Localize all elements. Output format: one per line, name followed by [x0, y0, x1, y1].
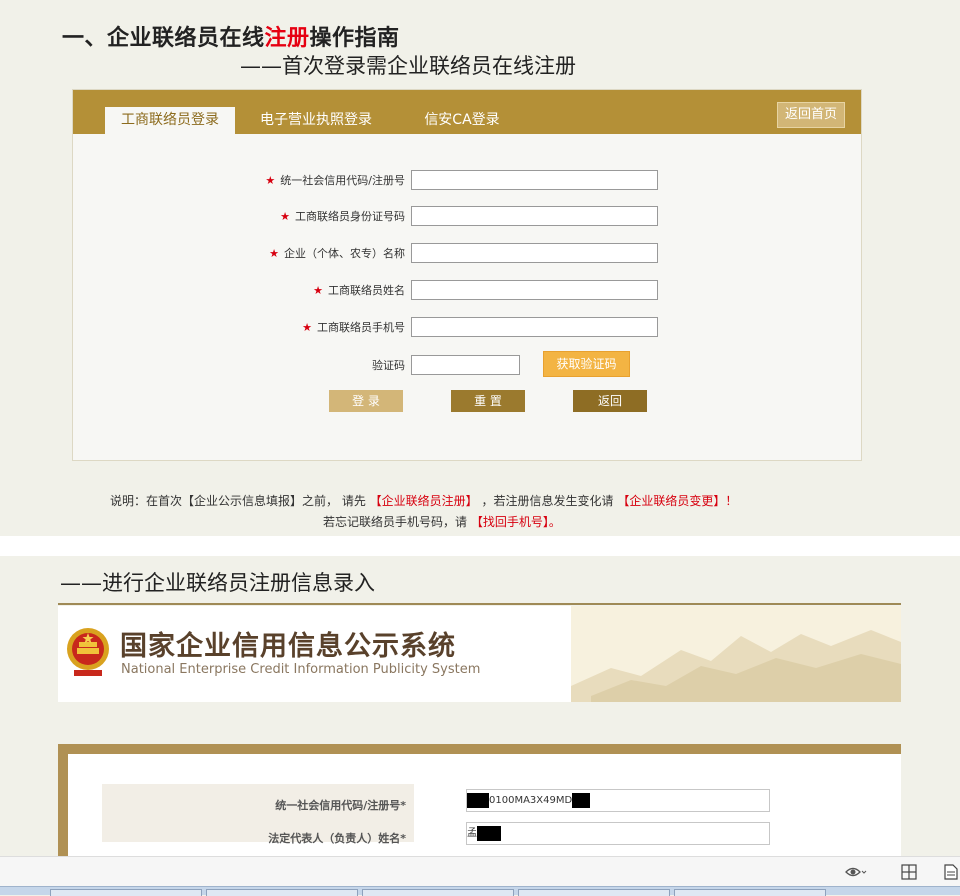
required-star-icon: ★	[313, 284, 323, 297]
field-row-contact-phone: ★ 工商联络员手机号	[73, 316, 405, 338]
login-panel-header: 工商联络员登录 电子营业执照登录 信安CA登录 返回首页	[73, 90, 861, 134]
reset-button[interactable]: 重 置	[451, 390, 525, 412]
taskbar-item[interactable]	[362, 889, 514, 896]
field-row-contact-name: ★ 工商联络员姓名	[73, 279, 405, 301]
note-text: 若忘记联络员手机号码，请	[323, 515, 468, 529]
captcha-label: 验证码	[372, 359, 405, 372]
guide-title-suffix: 操作指南	[309, 26, 400, 51]
contact-register-link[interactable]: 【企业联络员注册】	[370, 494, 478, 508]
reg-credit-code-value: 0100MA3X49MD	[489, 795, 573, 806]
required-star-icon: ★	[269, 247, 279, 260]
captcha-input[interactable]	[411, 355, 520, 375]
contact-change-link[interactable]: 【企业联络员变更】！	[617, 494, 737, 508]
eye-icon[interactable]	[845, 865, 867, 879]
taskbar-item[interactable]	[518, 889, 670, 896]
mountain-illustration	[571, 606, 901, 702]
system-name-en: National Enterprise Credit Information P…	[121, 662, 481, 677]
reg-legal-rep-input[interactable]: 孟	[466, 822, 770, 845]
field-row-company-name: ★ 企业（个体、农专）名称	[73, 242, 405, 264]
guide-title-prefix: 一、企业联络员在线	[62, 26, 265, 51]
redaction-block	[572, 792, 591, 808]
redaction-block	[477, 825, 501, 841]
field-label: 统一社会信用代码/注册号	[280, 174, 405, 187]
registration-form: 统一社会信用代码/注册号* 法定代表人（负责人）姓名* 0100MA3X49MD…	[58, 744, 901, 856]
get-captcha-button[interactable]: 获取验证码	[543, 351, 630, 377]
tab-contact-login[interactable]: 工商联络员登录	[105, 107, 235, 134]
reg-legal-rep-value: 孟	[467, 828, 477, 839]
section-separator	[0, 536, 960, 556]
id-number-input[interactable]	[411, 206, 658, 226]
required-star-icon: ★	[280, 210, 290, 223]
note-line-1: 说明：在首次【企业公示信息填报】之前， 请先 【企业联络员注册】 ，若注册信息发…	[110, 492, 737, 509]
company-name-input[interactable]	[411, 243, 658, 263]
field-row-id-number: ★ 工商联络员身份证号码	[73, 205, 405, 227]
system-banner: 国家企业信用信息公示系统 National Enterprise Credit …	[58, 606, 901, 702]
field-label: 工商联络员手机号	[317, 321, 405, 334]
browser-status-bar	[0, 856, 960, 887]
field-row-credit-code: ★ 统一社会信用代码/注册号	[73, 169, 405, 191]
compatibility-view-icon[interactable]	[900, 864, 918, 880]
section2-title: ——进行企业联络员注册信息录入	[60, 571, 375, 595]
contact-phone-input[interactable]	[411, 317, 658, 337]
guide-title: 一、企业联络员在线注册操作指南	[62, 20, 400, 52]
field-label: 工商联络员身份证号码	[295, 210, 405, 223]
field-row-captcha: 验证码	[73, 354, 405, 376]
section-divider	[58, 603, 901, 605]
taskbar-item[interactable]	[50, 889, 202, 896]
login-panel: 工商联络员登录 电子营业执照登录 信安CA登录 返回首页 ★ 统一社会信用代码/注…	[72, 89, 862, 461]
field-label: 企业（个体、农专）名称	[284, 247, 405, 260]
back-button[interactable]: 返回	[573, 390, 647, 412]
field-label: 工商联络员姓名	[328, 284, 405, 297]
note-line-2: 若忘记联络员手机号码，请 【找回手机号】。	[323, 513, 561, 530]
tab-ca-login[interactable]: 信安CA登录	[407, 107, 517, 134]
form-label-column: 统一社会信用代码/注册号* 法定代表人（负责人）姓名*	[102, 784, 414, 845]
national-emblem-icon	[67, 628, 109, 676]
taskbar-item[interactable]	[674, 889, 826, 896]
system-name-cn: 国家企业信用信息公示系统	[120, 631, 456, 662]
note-text: 说明：在首次【企业公示信息填报】之前， 请先	[110, 494, 366, 508]
required-star-icon: ★	[265, 174, 276, 187]
note-text: ，若注册信息发生变化请	[481, 494, 614, 508]
guide-title-highlight: 注册	[264, 26, 310, 51]
taskbar-item[interactable]	[206, 889, 358, 896]
reg-credit-code-input[interactable]: 0100MA3X49MD	[466, 789, 770, 812]
credit-code-input[interactable]	[411, 170, 658, 190]
redaction-block	[467, 792, 489, 808]
tab-e-license-login[interactable]: 电子营业执照登录	[247, 107, 385, 134]
recover-phone-link[interactable]: 【找回手机号】。	[471, 515, 561, 529]
reg-legal-rep-label: 法定代表人（负责人）姓名*	[268, 832, 406, 845]
reg-credit-code-label: 统一社会信用代码/注册号*	[275, 799, 406, 812]
contact-name-input[interactable]	[411, 280, 658, 300]
page-icon[interactable]	[944, 864, 958, 880]
login-button[interactable]: 登 录	[329, 390, 403, 412]
back-home-button[interactable]: 返回首页	[777, 102, 845, 128]
required-star-icon: ★	[302, 321, 312, 334]
guide-subtitle: ——首次登录需企业联络员在线注册	[240, 54, 576, 78]
